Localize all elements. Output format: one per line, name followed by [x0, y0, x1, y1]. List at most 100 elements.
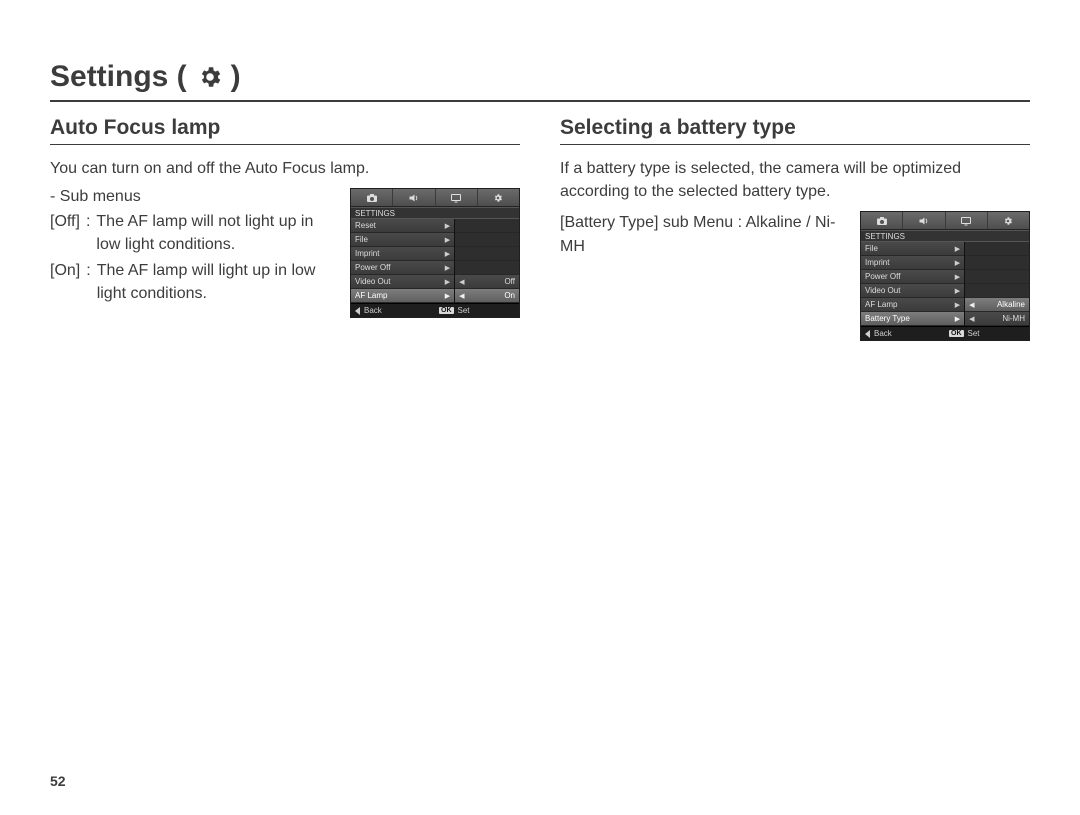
menu-item-label: Video Out — [865, 286, 900, 295]
camera-menu-battery-type: SETTINGS File ▶ Imprint ▶ Power Off ▶ Video… — [860, 211, 1030, 341]
menu-header: SETTINGS — [351, 207, 519, 219]
chevron-right-icon: ▶ — [955, 259, 960, 267]
chevron-left-icon: ◀ — [459, 292, 464, 300]
menu-item: Imprint ▶ — [861, 256, 964, 270]
menu-sub-label: Alkaline — [997, 300, 1025, 309]
submenus-label: - Sub menus — [50, 188, 334, 206]
section-heading: Auto Focus lamp — [50, 116, 520, 145]
chevron-right-icon: ▶ — [445, 264, 450, 272]
chevron-left-icon: ◀ — [459, 278, 464, 286]
ok-badge: OK — [439, 307, 454, 314]
section-auto-focus-lamp: Auto Focus lamp You can turn on and off … — [50, 116, 520, 341]
submenu-info: [Battery Type] sub Menu : Alkaline / Ni-… — [560, 211, 844, 257]
menu-item: Reset ▶ — [351, 219, 454, 233]
title-suffix: ) — [231, 60, 241, 94]
menu-sub-label: On — [504, 291, 515, 300]
menu-item: Imprint ▶ — [351, 247, 454, 261]
page-number: 52 — [50, 773, 66, 789]
menu-item: Video Out▶ — [351, 275, 454, 289]
section-battery-type: Selecting a battery type If a battery ty… — [560, 116, 1030, 341]
def-sep: : — [80, 259, 96, 305]
def-sep: : — [80, 210, 96, 256]
footer-set-label: Set — [968, 329, 980, 338]
def-key: [Off] — [50, 210, 80, 256]
def-value: The AF lamp will light up in low light c… — [97, 259, 334, 305]
ok-badge: OK — [949, 330, 964, 337]
menu-sub-item: ◀ Off — [455, 275, 519, 289]
menu-sub-empty — [455, 219, 519, 233]
menu-item-selected: Battery Type▶ — [861, 312, 964, 326]
menu-sub-empty — [455, 261, 519, 275]
menu-sub-empty — [965, 284, 1029, 298]
menu-item-label: AF Lamp — [865, 300, 897, 309]
menu-item: File▶ — [351, 233, 454, 247]
footer-set-label: Set — [458, 306, 470, 315]
camera-tab-icon — [861, 212, 903, 229]
menu-item-label: AF Lamp — [355, 291, 387, 300]
footer-back-label: Back — [874, 329, 892, 338]
menu-footer: Back OK Set — [861, 326, 1029, 340]
sound-tab-icon — [903, 212, 945, 229]
menu-item-label: File — [865, 244, 878, 253]
menu-tabs — [861, 212, 1029, 230]
chevron-right-icon: ▶ — [445, 250, 450, 258]
chevron-right-icon: ▶ — [445, 292, 450, 300]
manual-page: Settings ( ) Auto Focus lamp You can tur… — [0, 0, 1080, 815]
menu-sub-label: Off — [504, 277, 515, 286]
menu-item: File ▶ — [861, 242, 964, 256]
back-icon — [865, 330, 870, 338]
section-intro: If a battery type is selected, the camer… — [560, 157, 1030, 203]
menu-item-label: Power Off — [355, 263, 390, 272]
menu-header: SETTINGS — [861, 230, 1029, 242]
menu-item-selected: AF Lamp ▶ — [351, 289, 454, 303]
def-value: The AF lamp will not light up in low lig… — [96, 210, 334, 256]
menu-item: Power Off ▶ — [351, 261, 454, 275]
definition-off: [Off] : The AF lamp will not light up in… — [50, 210, 334, 256]
menu-item-label: Battery Type — [865, 314, 910, 323]
page-title: Settings ( ) — [50, 60, 1030, 102]
chevron-left-icon: ◀ — [969, 315, 974, 323]
menu-header-label: SETTINGS — [355, 209, 395, 218]
menu-item-label: Video Out — [355, 277, 390, 286]
chevron-left-icon: ◀ — [969, 301, 974, 309]
menu-sub-item-selected: ◀ Alkaline — [965, 298, 1029, 312]
menu-tabs — [351, 189, 519, 207]
display-tab-icon — [946, 212, 988, 229]
camera-menu-af-lamp: SETTINGS Reset▶ File▶ Imprint▶ Power Off… — [350, 188, 520, 318]
menu-sub-item-selected: ◀ On — [455, 289, 519, 303]
menu-item-label: Power Off — [865, 272, 900, 281]
chevron-right-icon: ▶ — [955, 273, 960, 281]
section-intro: You can turn on and off the Auto Focus l… — [50, 157, 520, 180]
menu-sub-empty — [965, 270, 1029, 284]
settings-tab-icon — [478, 189, 519, 206]
chevron-right-icon: ▶ — [955, 287, 960, 295]
menu-sublist: ◀ Alkaline ◀Ni-MH — [965, 242, 1029, 326]
menu-item: Video Out ▶ — [861, 284, 964, 298]
menu-footer: Back OK Set — [351, 303, 519, 317]
definition-on: [On] : The AF lamp will light up in low … — [50, 259, 334, 305]
menu-item-label: Reset — [355, 221, 376, 230]
menu-sublist: ◀ Off ◀ On — [455, 219, 519, 303]
footer-back-label: Back — [364, 306, 382, 315]
menu-list: Reset▶ File▶ Imprint▶ Power Off▶ Video O… — [351, 219, 455, 303]
def-key: [On] — [50, 259, 80, 305]
menu-header-label: SETTINGS — [865, 232, 905, 241]
gear-icon — [197, 64, 223, 90]
settings-tab-icon — [988, 212, 1029, 229]
camera-tab-icon — [351, 189, 393, 206]
menu-sub-empty — [455, 247, 519, 261]
menu-item: Power Off ▶ — [861, 270, 964, 284]
columns: Auto Focus lamp You can turn on and off … — [50, 116, 1030, 341]
menu-item-label: Imprint — [355, 249, 379, 258]
chevron-right-icon: ▶ — [445, 222, 450, 230]
sound-tab-icon — [393, 189, 435, 206]
menu-sub-item: ◀Ni-MH — [965, 312, 1029, 326]
menu-item-label: File — [355, 235, 368, 244]
chevron-right-icon: ▶ — [955, 245, 960, 253]
menu-sub-empty — [965, 242, 1029, 256]
menu-sub-empty — [455, 233, 519, 247]
menu-sub-empty — [965, 256, 1029, 270]
display-tab-icon — [436, 189, 478, 206]
menu-item-label: Imprint — [865, 258, 889, 267]
section-heading: Selecting a battery type — [560, 116, 1030, 145]
